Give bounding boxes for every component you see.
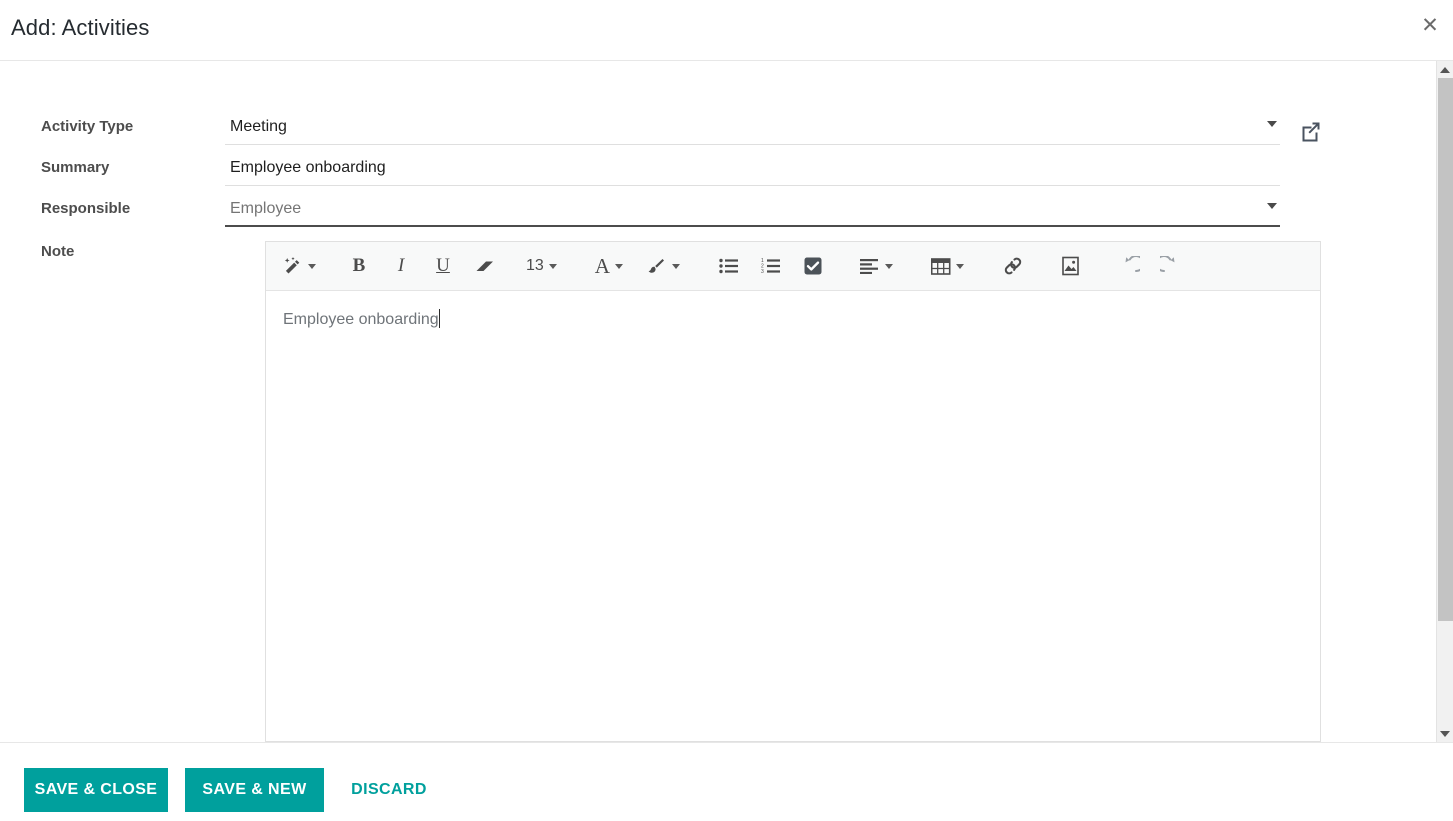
text-cursor [438,309,440,328]
chevron-down-icon [614,263,623,269]
note-editor: B I U 13 A 1 2 3 Employee onboarding [265,241,1321,742]
redo-arrow-icon[interactable] [1156,249,1186,283]
table-icon[interactable] [927,249,970,283]
label-note: Note [41,243,75,260]
scrollbar-thumb[interactable] [1438,78,1453,621]
label-responsible: Responsible [41,200,131,217]
label-summary: Summary [41,159,110,176]
bold-button[interactable]: B [344,249,374,283]
note-content: Employee onboarding [283,311,439,328]
ordered-list-icon[interactable]: 1 2 3 [756,249,786,283]
save-and-close-button[interactable]: SAVE & CLOSE [24,768,168,812]
chevron-down-icon [955,263,964,269]
undo-arrow-icon[interactable] [1114,249,1144,283]
discard-button[interactable]: DISCARD [340,768,438,812]
activity-form: Activity Type Summary Responsible [0,61,1420,742]
image-icon[interactable] [1056,249,1086,283]
control-activity-type [225,116,1320,145]
chevron-down-icon [884,263,893,269]
unordered-list-icon[interactable] [714,249,744,283]
note-editor-body[interactable]: Employee onboarding [266,291,1320,741]
dialog-footer: SAVE & CLOSE SAVE & NEW DISCARD [0,742,1453,821]
background-color-paintbrush-icon[interactable] [641,249,686,283]
responsible-input[interactable] [225,198,1280,227]
field-row-activity-type: Activity Type [0,116,1420,145]
chain-link-icon[interactable] [998,249,1028,283]
chevron-down-icon [548,263,557,269]
checklist-checkbox-icon[interactable] [798,249,828,283]
style-magicwand-icon[interactable] [278,249,322,283]
control-summary [225,157,1280,186]
control-responsible [225,198,1280,227]
underline-button[interactable]: U [428,249,458,283]
dialog-body: Activity Type Summary Responsible [0,61,1453,742]
editor-toolbar: B I U 13 A 1 2 3 [266,242,1320,291]
activity-type-input[interactable] [225,116,1280,145]
field-row-responsible: Responsible [0,198,1420,227]
remove-format-eraser-icon[interactable] [470,249,500,283]
chevron-down-icon [308,263,316,269]
dialog-header: Add: Activities ✕ [0,0,1453,61]
scroll-down-arrow-icon[interactable] [1437,725,1453,742]
font-size-button[interactable]: 13 [522,249,563,283]
close-icon[interactable]: ✕ [1416,12,1444,40]
font-color-letter: A [594,253,610,278]
field-row-summary: Summary [0,157,1420,186]
chevron-down-icon [671,263,680,269]
italic-button[interactable]: I [386,249,416,283]
save-and-new-button[interactable]: SAVE & NEW [185,768,324,812]
vertical-scrollbar[interactable] [1436,61,1453,742]
external-link-icon[interactable] [1298,118,1324,144]
scroll-up-arrow-icon[interactable] [1437,61,1453,78]
font-size-value: 13 [526,257,544,274]
label-activity-type: Activity Type [41,118,134,135]
svg-text:3: 3 [761,269,764,274]
font-color-button[interactable]: A [591,249,629,283]
summary-input[interactable] [225,157,1280,186]
align-left-icon[interactable] [856,249,899,283]
page-title: Add: Activities [11,15,150,40]
